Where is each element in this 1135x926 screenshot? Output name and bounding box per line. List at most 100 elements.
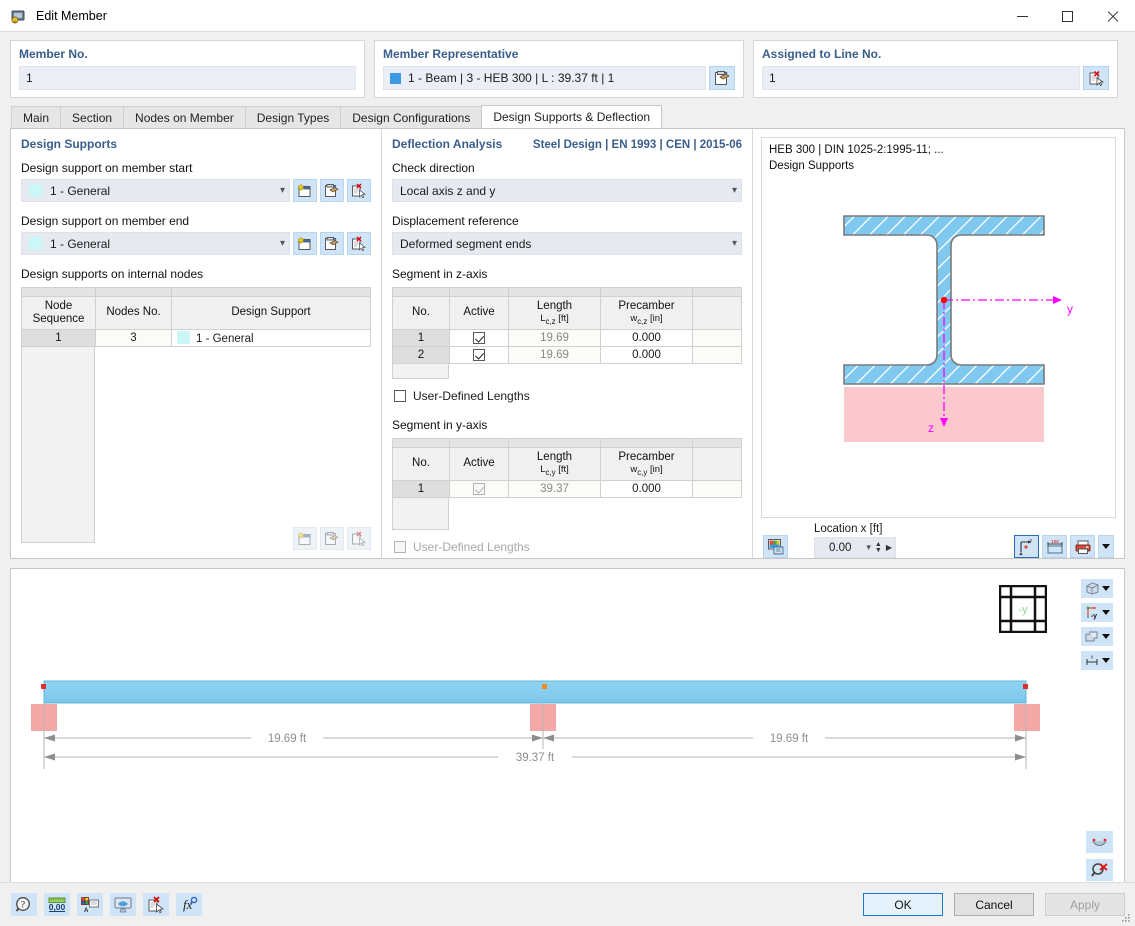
resize-grip-icon[interactable]: [1121, 913, 1131, 923]
formula-button[interactable]: fx: [176, 893, 202, 916]
tab-design-supports-deflection[interactable]: Design Supports & Deflection: [481, 105, 663, 128]
table-strip-cell: [600, 287, 693, 297]
active-checkbox[interactable]: [473, 348, 485, 361]
section-viewer[interactable]: HEB 300 | DIN 1025-2:1995-11; ... Design…: [761, 137, 1116, 518]
table-row[interactable]: 2 19.69 0.000: [392, 346, 742, 364]
table-row[interactable]: 1 39.37 0.000: [392, 480, 742, 498]
minimize-icon: [1017, 15, 1028, 17]
cell-precamber[interactable]: 0.000: [600, 329, 693, 347]
zoom-reset-button[interactable]: [1086, 859, 1113, 881]
table-strip-cell: [171, 287, 371, 297]
active-checkbox[interactable]: [473, 331, 485, 344]
check-direction-label: Check direction: [392, 161, 475, 175]
assigned-line-input[interactable]: 1: [762, 66, 1080, 90]
display-properties-button[interactable]: A: [77, 893, 103, 916]
pick-icon: [352, 236, 366, 251]
tab-section[interactable]: Section: [60, 106, 125, 128]
col-no: No.: [392, 296, 450, 330]
displacement-reference-combo[interactable]: Deformed segment ends ▾: [392, 232, 742, 255]
units-button[interactable]: 0,00: [44, 893, 70, 916]
segment-y-table[interactable]: No. Active Length Lc,y [ft] Precamber wc…: [392, 438, 742, 498]
cell-active[interactable]: [449, 346, 509, 364]
dialog-buttons: OK Cancel Apply: [863, 893, 1125, 916]
new-icon: [297, 236, 311, 250]
pick-design-support-end-button[interactable]: [347, 232, 371, 255]
pick-button[interactable]: [143, 893, 169, 916]
internal-nodes-table[interactable]: Node Sequence Nodes No. Design Support 1…: [21, 287, 371, 347]
cell-active[interactable]: [449, 329, 509, 347]
table-row[interactable]: 1 19.69 0.000: [392, 329, 742, 347]
print-button[interactable]: [1070, 535, 1095, 558]
print-dropdown-button[interactable]: [1098, 535, 1114, 558]
dimensions-button[interactable]: 100: [1042, 535, 1067, 558]
cell-design-support[interactable]: 1 - General: [171, 329, 371, 347]
edit-internal-support-button[interactable]: [320, 527, 344, 550]
cell-length[interactable]: 19.69: [508, 346, 601, 364]
spinner-arrows[interactable]: ▲ ▼: [875, 541, 882, 554]
new-internal-support-button[interactable]: [293, 527, 317, 550]
dim-label-right: 19.69 ft: [770, 733, 809, 745]
close-button[interactable]: [1090, 0, 1135, 32]
minimize-button[interactable]: [1000, 0, 1045, 32]
member-representative-input[interactable]: 1 - Beam | 3 - HEB 300 | L : 39.37 ft | …: [383, 66, 706, 90]
dimension-button[interactable]: x: [1081, 651, 1113, 670]
col-length-title: Length: [536, 451, 573, 464]
table-strip-cell: [449, 438, 509, 448]
cell-precamber[interactable]: 0.000: [600, 346, 693, 364]
axis-system-button[interactable]: y: [1014, 535, 1039, 558]
cell-length[interactable]: 19.69: [508, 329, 601, 347]
user-defined-lengths-z-checkbox[interactable]: [394, 390, 406, 402]
table-empty-area: [449, 498, 742, 530]
render-mode-button[interactable]: [1081, 627, 1113, 646]
model-3d-view[interactable]: 19.69 ft 19.69 ft 39.37 ft -y -y x: [10, 568, 1125, 894]
svg-text:y: y: [1030, 539, 1033, 544]
chevron-down-icon: [1102, 658, 1110, 663]
edit-member-representative-button[interactable]: [709, 66, 735, 90]
dim-arrow-left: [44, 734, 55, 742]
help-button[interactable]: ?: [11, 893, 37, 916]
tab-nodes-on-member[interactable]: Nodes on Member: [123, 106, 246, 128]
design-support-start-combo[interactable]: 1 - General ▾: [21, 179, 290, 202]
cell-length[interactable]: 39.37: [508, 480, 601, 498]
segment-z-user-defined-row[interactable]: User-Defined Lengths: [394, 389, 742, 403]
cell-node-sequence: 1: [21, 329, 96, 347]
new-design-support-start-button[interactable]: [293, 179, 317, 202]
maximize-button[interactable]: [1045, 0, 1090, 32]
cell-no: 1: [392, 480, 450, 498]
tab-design-configurations[interactable]: Design Configurations: [340, 106, 483, 128]
cell-precamber[interactable]: 0.000: [600, 480, 693, 498]
pick-icon: [352, 183, 366, 198]
edit-design-support-end-button[interactable]: [320, 232, 344, 255]
check-direction-combo[interactable]: Local axis z and y ▾: [392, 179, 742, 202]
table-empty-rowheader: [392, 364, 449, 379]
pick-design-support-start-button[interactable]: [347, 179, 371, 202]
col-precamber: Precamber wc,y [in]: [600, 447, 693, 481]
location-x-input[interactable]: 0.00 ▾ ▲ ▼ ▶: [814, 537, 896, 558]
pick-line-button[interactable]: [1083, 66, 1109, 90]
smile-select-button[interactable]: [1086, 831, 1113, 853]
render-image-button[interactable]: [763, 535, 788, 558]
edit-design-support-start-button[interactable]: [320, 179, 344, 202]
design-support-end-combo[interactable]: 1 - General ▾: [21, 232, 290, 255]
ok-button[interactable]: OK: [863, 893, 943, 916]
pick-internal-support-button[interactable]: [347, 527, 371, 550]
table-strip-cell: [692, 438, 742, 448]
deflection-standard-label: Steel Design | EN 1993 | CEN | 2015-06: [532, 139, 742, 151]
view-cube[interactable]: -y: [998, 584, 1048, 636]
tab-main[interactable]: Main: [11, 106, 62, 128]
view-mode-button[interactable]: [1081, 579, 1113, 598]
segment-z-table[interactable]: No. Active Length Lc,z [ft] Precamber wc…: [392, 287, 742, 364]
cancel-button[interactable]: Cancel: [954, 893, 1034, 916]
tab-design-types[interactable]: Design Types: [244, 106, 342, 128]
chevron-down-icon[interactable]: ▾: [862, 542, 875, 553]
axis-view-button[interactable]: -y: [1081, 603, 1113, 622]
view-button[interactable]: [110, 893, 136, 916]
view-icon: [114, 897, 132, 913]
table-row[interactable]: 1 3 1 - General: [21, 329, 371, 347]
spinner-down-icon[interactable]: ▼: [875, 547, 882, 554]
member-no-input[interactable]: 1: [19, 66, 356, 90]
spinner-next-icon[interactable]: ▶: [882, 543, 892, 552]
cell-nodes-no[interactable]: 3: [95, 329, 172, 347]
dim-label-total: 39.37 ft: [516, 752, 555, 764]
new-design-support-end-button[interactable]: [293, 232, 317, 255]
